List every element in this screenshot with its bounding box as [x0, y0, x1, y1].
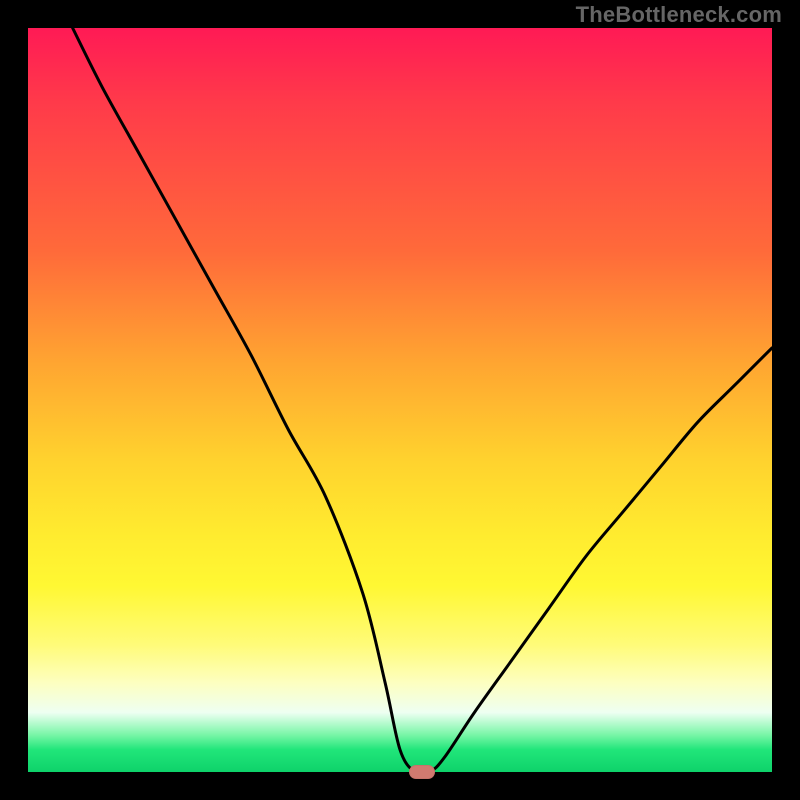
bottleneck-curve: [28, 28, 772, 772]
chart-frame: TheBottleneck.com: [0, 0, 800, 800]
plot-area: [28, 28, 772, 772]
optimal-point-marker: [409, 765, 435, 779]
watermark-text: TheBottleneck.com: [576, 2, 782, 28]
